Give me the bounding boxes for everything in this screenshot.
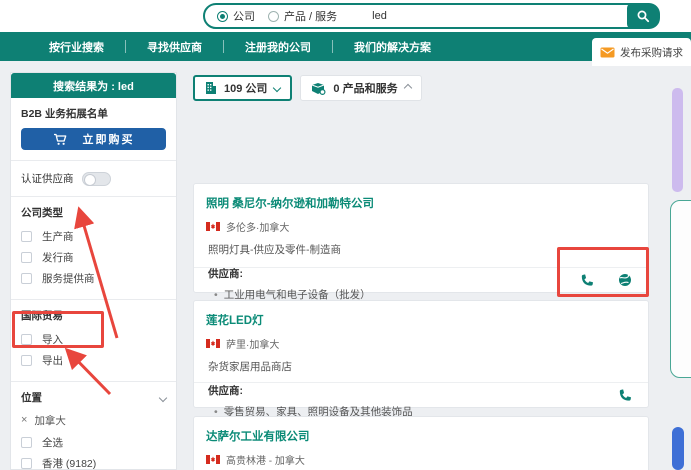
company-name-link[interactable]: 达萨尔工业有限公司 bbox=[206, 428, 636, 444]
product-service-radio-label[interactable]: 产品 / 服务 bbox=[284, 8, 337, 24]
selected-location-label: 加拿大 bbox=[34, 414, 66, 427]
buy-now-button[interactable]: 立即购买 bbox=[21, 128, 166, 150]
company-radio[interactable] bbox=[217, 10, 228, 22]
phone-button[interactable] bbox=[617, 388, 632, 402]
company-location: 多伦多·加拿大 bbox=[226, 223, 290, 234]
filter-label: 香港 (9182) bbox=[42, 458, 97, 470]
filter-hong-kong[interactable]: 香港 (9182) bbox=[21, 453, 166, 470]
filter-manufacturer[interactable]: 生产商 bbox=[21, 226, 166, 247]
checkbox[interactable] bbox=[21, 252, 32, 263]
product-service-radio[interactable] bbox=[268, 10, 279, 22]
company-location: 高贵林港 - 加拿大 bbox=[226, 456, 305, 467]
international-trade-section: 国际贸易 导入 导出 bbox=[11, 300, 176, 382]
chevron-up-icon bbox=[403, 83, 412, 93]
results-type-bar: 109 公司 0 产品和服务 bbox=[193, 75, 422, 101]
post-sourcing-request-button[interactable]: 发布采购请求 bbox=[592, 38, 691, 66]
verified-supplier-row: 认证供应商 bbox=[11, 161, 176, 197]
company-name-link[interactable]: 照明 桑尼尔-纳尔逊和加勒特公司 bbox=[206, 195, 636, 211]
envelope-icon bbox=[600, 47, 615, 57]
filter-label: 导入 bbox=[42, 334, 63, 346]
verified-supplier-label: 认证供应商 bbox=[21, 173, 74, 185]
canada-flag-icon bbox=[206, 455, 220, 464]
checkbox[interactable] bbox=[21, 273, 32, 284]
post-sourcing-request-label: 发布采购请求 bbox=[620, 46, 683, 59]
main-nav: 按行业搜索 寻找供应商 注册我的公司 我们的解决方案 bbox=[0, 32, 691, 61]
checkbox[interactable] bbox=[21, 334, 32, 345]
filter-export[interactable]: 导出 bbox=[21, 350, 166, 371]
phone-icon bbox=[581, 274, 594, 286]
remove-tag-icon[interactable]: × bbox=[21, 414, 27, 426]
filter-label: 导出 bbox=[42, 355, 63, 367]
company-type-section: 公司类型 生产商 发行商 服务提供商 bbox=[11, 197, 176, 300]
checkbox[interactable] bbox=[21, 437, 32, 448]
side-panel-edge bbox=[670, 200, 691, 378]
card-actions bbox=[194, 382, 648, 407]
phone-button[interactable] bbox=[579, 273, 594, 287]
globe-icon bbox=[619, 274, 631, 286]
canada-flag-icon bbox=[206, 222, 220, 231]
b2b-list-section: B2B 业务拓展名单 立即购买 bbox=[11, 98, 176, 161]
filter-service-provider[interactable]: 服务提供商 bbox=[21, 268, 166, 289]
search-input[interactable]: led bbox=[372, 10, 387, 22]
search-icon bbox=[637, 10, 650, 22]
scrollbar-thumb[interactable] bbox=[672, 88, 683, 192]
location-title: 位置 bbox=[21, 392, 42, 404]
right-blue-bar bbox=[672, 427, 684, 470]
building-icon bbox=[206, 82, 216, 94]
result-card: 照明 桑尼尔-纳尔逊和加勒特公司 多伦多·加拿大 照明灯具-供应及零件-制造商 … bbox=[193, 183, 649, 301]
checkbox[interactable] bbox=[21, 458, 32, 469]
filter-label: 发行商 bbox=[42, 252, 74, 264]
search-type-and-input: 公司 产品 / 服务 led bbox=[203, 3, 659, 29]
phone-icon bbox=[619, 389, 632, 401]
filters-sidebar: 搜索结果为 : led B2B 业务拓展名单 立即购买 认证供应商 公司类型 生… bbox=[10, 72, 177, 470]
canada-flag-icon bbox=[206, 339, 220, 348]
products-services-tab[interactable]: 0 产品和服务 bbox=[300, 75, 422, 101]
nav-search-by-industry[interactable]: 按行业搜索 bbox=[28, 39, 125, 55]
search-button[interactable] bbox=[627, 3, 660, 29]
company-category: 杂货家居用品商店 bbox=[208, 361, 292, 373]
company-location: 萨里·加拿大 bbox=[226, 340, 280, 351]
b2b-list-title: B2B 业务拓展名单 bbox=[21, 108, 108, 120]
filter-import[interactable]: 导入 bbox=[21, 329, 166, 350]
result-card: 莲花LED灯 萨里·加拿大 杂货家居用品商店 供应商: • 零售贸易、家具、照明设… bbox=[193, 300, 649, 418]
chevron-down-icon bbox=[273, 83, 282, 93]
company-name-link[interactable]: 莲花LED灯 bbox=[206, 312, 636, 328]
trade-title: 国际贸易 bbox=[21, 310, 63, 322]
filter-select-all[interactable]: 全选 bbox=[21, 432, 166, 453]
cart-icon bbox=[53, 133, 66, 145]
website-button[interactable] bbox=[618, 273, 632, 287]
nav-our-solutions[interactable]: 我们的解决方案 bbox=[333, 39, 452, 55]
nav-find-suppliers[interactable]: 寻找供应商 bbox=[126, 39, 223, 55]
verified-supplier-toggle[interactable] bbox=[81, 171, 111, 186]
checkbox[interactable] bbox=[21, 231, 32, 242]
filter-label: 全选 bbox=[42, 437, 63, 449]
result-card: 达萨尔工业有限公司 高贵林港 - 加拿大 电灯泡和灯管 bbox=[193, 416, 649, 470]
companies-tab-label: 109 公司 bbox=[224, 83, 268, 95]
filter-label: 服务提供商 bbox=[42, 273, 95, 285]
selected-location-tag: × 加拿大 bbox=[21, 411, 166, 429]
company-category: 照明灯具-供应及零件-制造商 bbox=[208, 244, 341, 256]
checkbox[interactable] bbox=[21, 355, 32, 366]
search-results-header: 搜索结果为 : led bbox=[11, 73, 176, 98]
filter-distributor[interactable]: 发行商 bbox=[21, 247, 166, 268]
package-icon bbox=[312, 82, 326, 95]
top-search-bar: 公司 产品 / 服务 led bbox=[0, 0, 691, 32]
nav-register-company[interactable]: 注册我的公司 bbox=[224, 39, 332, 55]
products-tab-label: 0 产品和服务 bbox=[333, 83, 398, 95]
location-section: 位置 × 加拿大 全选 香港 (9182) 中国 (2206) 印度 (1 bbox=[11, 382, 176, 470]
filter-label: 生产商 bbox=[42, 231, 74, 243]
buy-now-label: 立即购买 bbox=[82, 134, 135, 146]
company-radio-label[interactable]: 公司 bbox=[233, 8, 255, 24]
companies-tab[interactable]: 109 公司 bbox=[193, 75, 293, 101]
company-type-title: 公司类型 bbox=[21, 207, 63, 219]
supplier-search-page: 公司 产品 / 服务 led 按行业搜索 寻找供应商 注册我的公司 我们的解决方… bbox=[0, 0, 691, 470]
card-actions bbox=[194, 267, 648, 292]
chevron-down-icon[interactable] bbox=[158, 393, 168, 402]
